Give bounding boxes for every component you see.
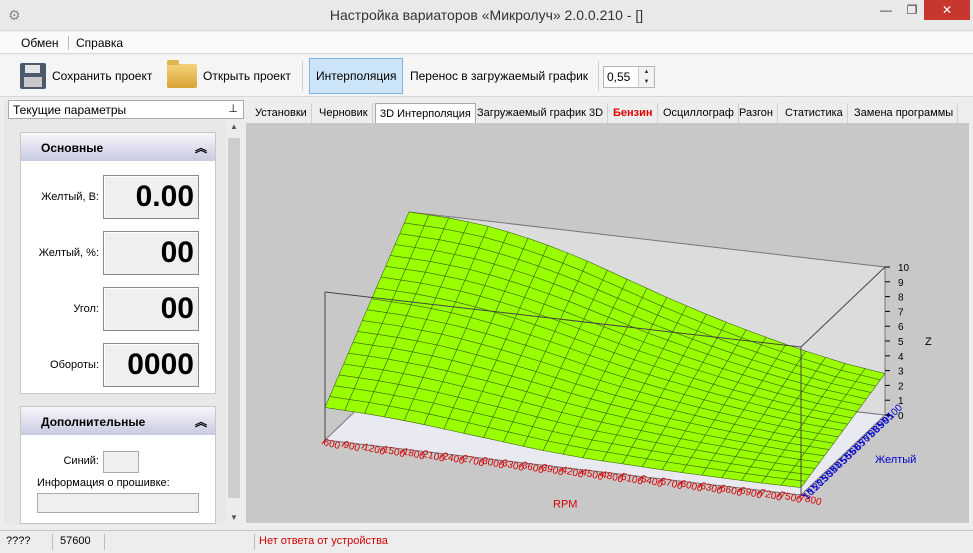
tab-petrol[interactable]: Бензин bbox=[609, 103, 658, 123]
open-project-button[interactable]: Открыть проект bbox=[167, 58, 291, 94]
yellow-volts-label: Желтый, В: bbox=[41, 191, 99, 203]
group-main-header[interactable]: Основные ︽ bbox=[21, 133, 215, 161]
folder-icon bbox=[167, 60, 197, 88]
window-title: Настройка вариаторов «Микролуч» 2.0.0.21… bbox=[329, 7, 644, 23]
menu-divider bbox=[68, 36, 69, 50]
yellow-volts-display: 0.00 bbox=[103, 175, 199, 219]
z-tick-label: 7 bbox=[898, 307, 904, 318]
status-message: Нет ответа от устройства bbox=[259, 535, 388, 547]
yellow-percent-display: 00 bbox=[103, 231, 199, 275]
z-tick-label: 3 bbox=[898, 367, 904, 378]
pin-icon[interactable]: ⊥ bbox=[228, 102, 238, 115]
title-bar: ⚙ Настройка вариаторов «Микролуч» 2.0.0.… bbox=[0, 0, 973, 31]
menu-exchange[interactable]: Обмен bbox=[21, 36, 59, 50]
transfer-to-chart-button[interactable]: Перенос в загружаемый график bbox=[410, 58, 588, 94]
maximize-button[interactable]: ❐ bbox=[898, 0, 926, 20]
x-axis-label: RPM bbox=[553, 499, 577, 511]
group-extra: Дополнительные ︽ Синий: Информация о про… bbox=[20, 406, 216, 524]
status-port: ???? bbox=[6, 535, 31, 547]
z-tick-label: 1 bbox=[898, 396, 904, 407]
group-extra-title: Дополнительные bbox=[41, 415, 146, 429]
tab-acceleration[interactable]: Разгон bbox=[735, 103, 778, 123]
group-extra-header[interactable]: Дополнительные ︽ bbox=[21, 407, 215, 435]
z-axis-label: Z bbox=[925, 336, 932, 348]
tab-3d-interpolation[interactable]: 3D Интерполяция bbox=[375, 103, 476, 124]
z-tick-label: 9 bbox=[898, 278, 904, 289]
y-axis-label: Желтый bbox=[875, 454, 916, 466]
close-button[interactable]: ✕ bbox=[924, 0, 970, 20]
scroll-down-icon[interactable]: ▼ bbox=[226, 513, 242, 522]
rpm-label: Обороты: bbox=[50, 359, 99, 371]
blue-label: Синий: bbox=[63, 455, 99, 467]
open-project-label: Открыть проект bbox=[203, 69, 291, 83]
spinner-arrows[interactable]: ▲ ▼ bbox=[638, 67, 654, 87]
tab-strip: Установки Черновик 3D Интерполяция Загру… bbox=[247, 103, 969, 124]
tab-statistics[interactable]: Статистика bbox=[781, 103, 848, 123]
z-tick-label: 2 bbox=[898, 381, 904, 392]
save-project-label: Сохранить проект bbox=[52, 69, 153, 83]
interpolation-label: Интерполяция bbox=[316, 69, 397, 83]
transfer-label: Перенос в загружаемый график bbox=[410, 69, 589, 83]
z-tick-label: 6 bbox=[898, 322, 904, 333]
menu-help[interactable]: Справка bbox=[76, 36, 123, 50]
toolbar: Сохранить проект Открыть проект Интерпол… bbox=[0, 55, 973, 97]
yellow-percent-label: Желтый, %: bbox=[38, 247, 99, 259]
menu-bar: Обмен Справка bbox=[0, 32, 973, 54]
tab-loaded-chart-3d[interactable]: Загружаемый график 3D bbox=[473, 103, 609, 123]
collapse-chevron-icon[interactable]: ︽ bbox=[195, 413, 207, 430]
rpm-display: 0000 bbox=[103, 343, 199, 387]
toolbar-divider bbox=[598, 61, 599, 91]
minimize-button[interactable]: — bbox=[872, 0, 900, 20]
panel-header: Текущие параметры ⊥ bbox=[8, 100, 244, 119]
coefficient-spinner[interactable]: 0,55 ▲ ▼ bbox=[603, 66, 655, 88]
group-main-title: Основные bbox=[41, 141, 104, 155]
tab-replace-program[interactable]: Замена программы bbox=[850, 103, 959, 123]
panel-scrollbar[interactable]: ▲ ▼ bbox=[226, 120, 242, 524]
coefficient-value: 0,55 bbox=[607, 70, 631, 84]
z-tick-label: 5 bbox=[898, 337, 904, 348]
z-tick-label: 8 bbox=[898, 293, 904, 304]
angle-label: Угол: bbox=[73, 303, 99, 315]
tab-draft[interactable]: Черновик bbox=[315, 103, 373, 123]
scroll-up-icon[interactable]: ▲ bbox=[226, 122, 242, 131]
firmware-info-label: Информация о прошивке: bbox=[37, 477, 170, 489]
save-project-button[interactable]: Сохранить проект bbox=[20, 58, 152, 94]
z-tick-label: 0 bbox=[898, 411, 904, 422]
firmware-info-field bbox=[37, 493, 199, 513]
status-divider bbox=[52, 534, 53, 550]
angle-display: 00 bbox=[103, 287, 199, 331]
status-divider bbox=[104, 534, 105, 550]
current-params-panel: Текущие параметры ⊥ Основные ︽ Желтый, В… bbox=[4, 100, 244, 525]
surface-plot[interactable]: 600 900 1200150018002100240027003000330036… bbox=[246, 123, 969, 523]
blue-value-box bbox=[103, 451, 139, 473]
scrollbar-thumb[interactable] bbox=[228, 138, 240, 498]
tab-oscilloscope[interactable]: Осциллограф bbox=[659, 103, 739, 123]
z-tick-label: 10 bbox=[898, 263, 910, 274]
z-tick-label: 4 bbox=[898, 352, 904, 363]
status-baud: 57600 bbox=[60, 535, 91, 547]
group-main: Основные ︽ Желтый, В: 0.00 Желтый, %: 00… bbox=[20, 132, 216, 394]
toolbar-divider bbox=[302, 61, 303, 91]
panel-title: Текущие параметры bbox=[13, 103, 127, 117]
floppy-disk-icon bbox=[20, 63, 46, 89]
surface-chart[interactable]: 600 900 1200 1500 1800 2100 2400 2700 3000 3300 36… bbox=[246, 123, 969, 523]
tab-settings[interactable]: Установки bbox=[251, 103, 312, 123]
interpolation-button[interactable]: Интерполяция bbox=[309, 58, 404, 94]
status-bar: ???? 57600 Нет ответа от устройства bbox=[0, 530, 973, 553]
status-divider bbox=[254, 534, 255, 550]
collapse-chevron-icon[interactable]: ︽ bbox=[195, 139, 207, 156]
